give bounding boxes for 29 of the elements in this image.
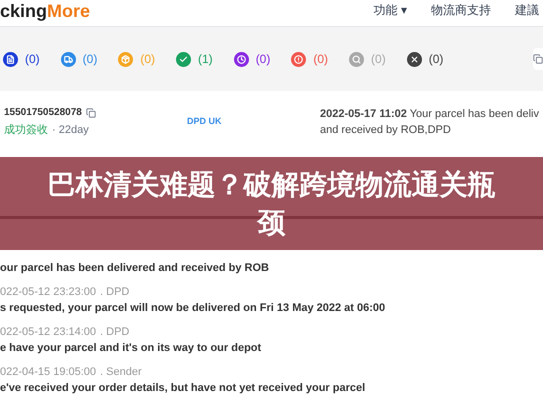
event-source: . DPD [100,285,130,299]
nav-link[interactable]: 功能 ▾ [374,2,407,18]
event-source: . DPD [100,325,130,339]
tracking-number: 15501750528078 [4,106,82,120]
event-source: . Sender [100,365,142,379]
nav-link[interactable]: 建議 [515,2,539,18]
status-text: 成功簽收 [4,123,48,138]
status-filter[interactable]: (0) [234,50,270,68]
event-text: our parcel has been delivered and received by ROB [0,261,270,275]
logo: ckingMore [0,0,90,22]
status-filter[interactable]: (0) [291,50,328,68]
latest-event: and received by ROB,DPD [320,123,452,138]
latest-event: 2022-05-17 11:02 Your parcel has been deliv [320,107,540,122]
nav-link[interactable]: 物流商支持 [431,2,491,18]
event-time: 022-04-15 19:05:00 [0,365,96,379]
copy-icon [86,108,96,118]
carrier-link[interactable]: DPD UK [160,115,320,129]
age-text: · 22day [52,123,89,138]
status-filter[interactable]: (1) [176,50,213,68]
status-filter[interactable]: (0) [406,50,444,68]
status-filter[interactable]: (0) [3,50,40,68]
event-text: e have your parcel and it's on its way to our depot [0,341,262,355]
event-time: 022-05-12 23:23:00 [0,285,96,299]
banner-title: 巴林清关难题？破解跨境物流通关瓶颈 [46,168,496,240]
copy-button[interactable] [533,48,543,70]
event-text: e've received your order details, but have not yet received your parcel [0,381,366,395]
event-time: 022-05-12 23:14:00 [0,325,96,339]
status-filter[interactable]: (0) [60,50,98,68]
event-text: s requested, your parcel will now be delivered on Fri 13 May 2022 at 06:00 [0,301,386,315]
